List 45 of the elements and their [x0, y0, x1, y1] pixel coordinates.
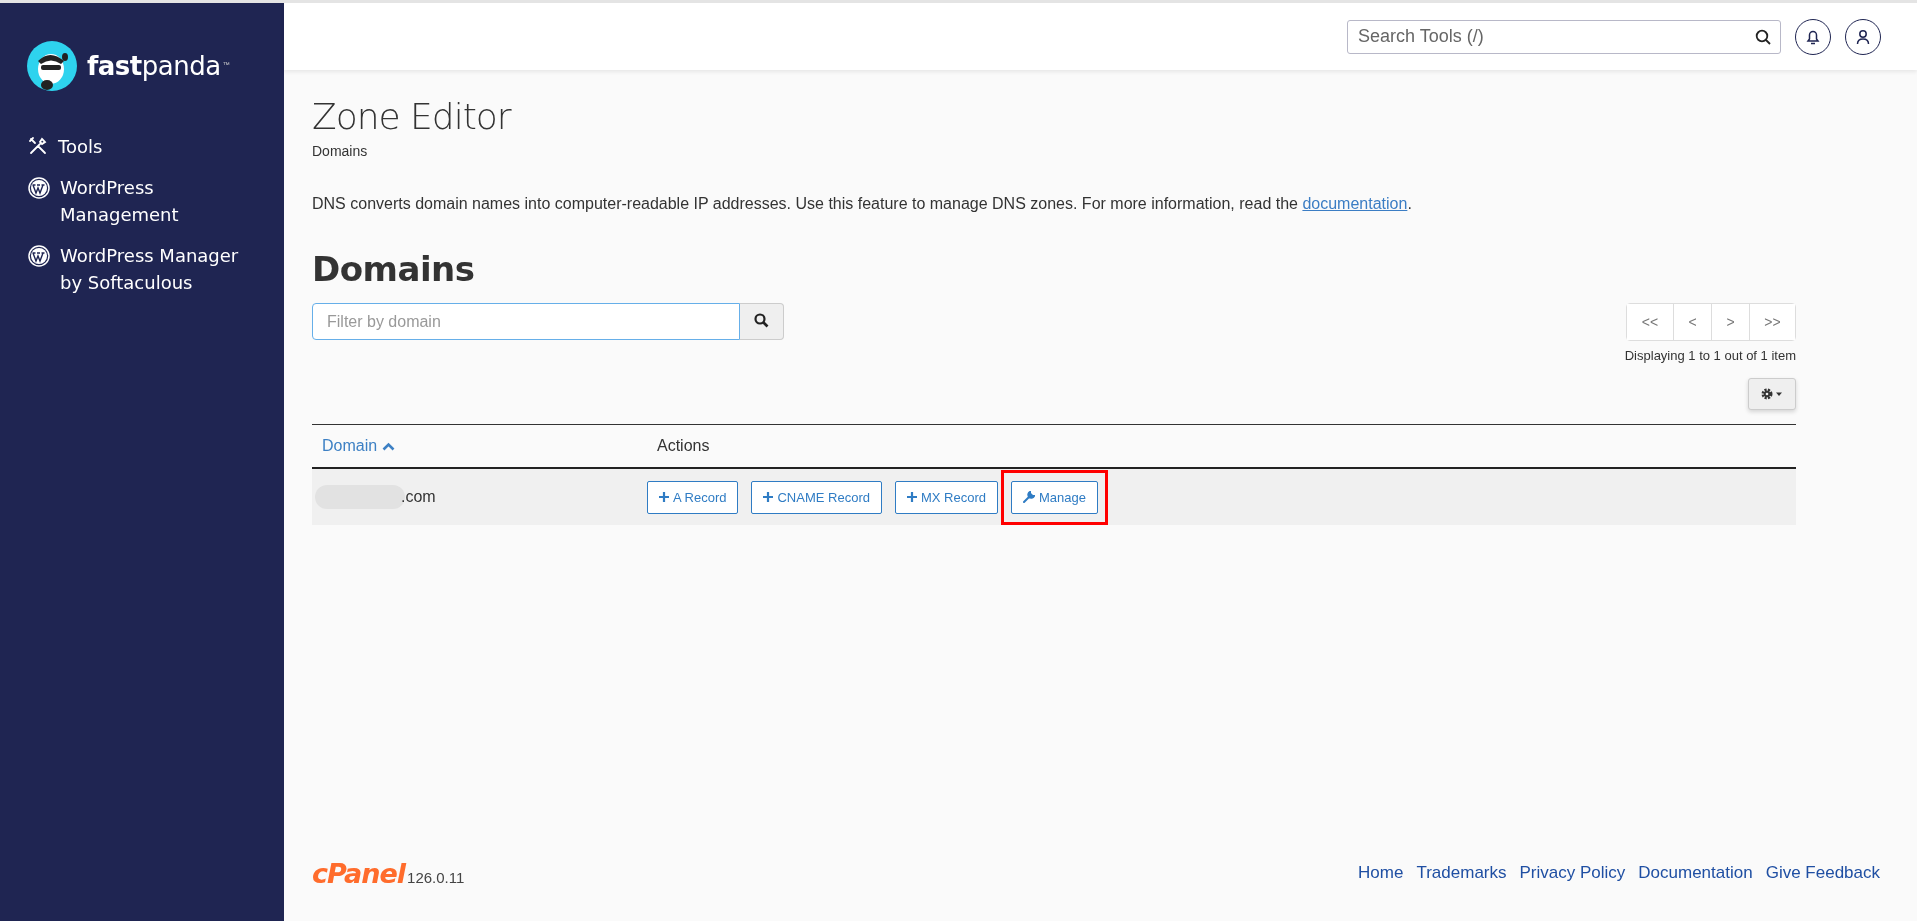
- gear-caret-icon: [1760, 387, 1784, 401]
- sidebar-item[interactable]: WordPress Management: [0, 174, 284, 228]
- search-icon: [1755, 28, 1771, 45]
- pagination-button[interactable]: >>: [1749, 304, 1795, 340]
- sidebar-item[interactable]: Tools: [0, 133, 284, 160]
- action-button[interactable]: A Record: [647, 480, 739, 514]
- plus-icon: [906, 492, 917, 502]
- footer-link[interactable]: Documentation: [1638, 863, 1753, 883]
- user-icon: [1856, 28, 1870, 45]
- search-field[interactable]: Search Tools (/): [1347, 19, 1781, 54]
- column-header[interactable]: Domain: [312, 437, 647, 455]
- section-heading: Domains: [312, 249, 476, 289]
- search-button[interactable]: [740, 303, 784, 340]
- version-text: 126.0.11: [407, 868, 465, 888]
- footer-link[interactable]: Privacy Policy: [1519, 863, 1626, 883]
- footer-link[interactable]: Home: [1358, 863, 1404, 883]
- filter-field[interactable]: Filter by domain: [312, 303, 740, 340]
- notifications-button[interactable]: [1795, 18, 1831, 55]
- action-button[interactable]: CNAME Record: [751, 480, 882, 514]
- page-title: Zone Editor: [312, 96, 513, 137]
- settings-button[interactable]: [1748, 378, 1796, 410]
- cpanel-logo: cPanel: [312, 857, 406, 889]
- action-button[interactable]: Manage: [1011, 480, 1098, 514]
- user-menu-button[interactable]: [1845, 18, 1881, 55]
- search-icon: [754, 312, 769, 328]
- documentation-link[interactable]: documentation: [1302, 195, 1408, 212]
- sort-ascending-icon: [382, 441, 396, 451]
- page-description: DNS converts domain names into computer-readable IP addresses. Use this feature to manage DNS zones. For more information, read the documentation.: [312, 195, 1413, 213]
- sidebar-item[interactable]: WordPress Manager by Softaculous: [0, 242, 284, 296]
- panda-logo-icon: [27, 41, 77, 91]
- wordpress-icon: [28, 177, 50, 199]
- wordpress-icon: [28, 245, 50, 267]
- brand-name: fastpanda: [87, 51, 221, 81]
- bell-icon: [1806, 28, 1820, 45]
- display-info: Displaying 1 to 1 out of 1 item: [1624, 348, 1796, 363]
- plus-icon: [763, 492, 774, 502]
- plus-icon: [659, 492, 669, 502]
- footer-link[interactable]: Trademarks: [1416, 863, 1507, 883]
- domain-name: .com: [401, 488, 436, 506]
- footer-link[interactable]: Give Feedback: [1765, 863, 1880, 883]
- breadcrumb: Domains: [312, 143, 369, 159]
- column-header: Actions: [656, 437, 711, 455]
- tools-icon: [28, 136, 48, 156]
- action-button[interactable]: MX Record: [894, 480, 998, 514]
- wrench-icon: [1023, 491, 1035, 503]
